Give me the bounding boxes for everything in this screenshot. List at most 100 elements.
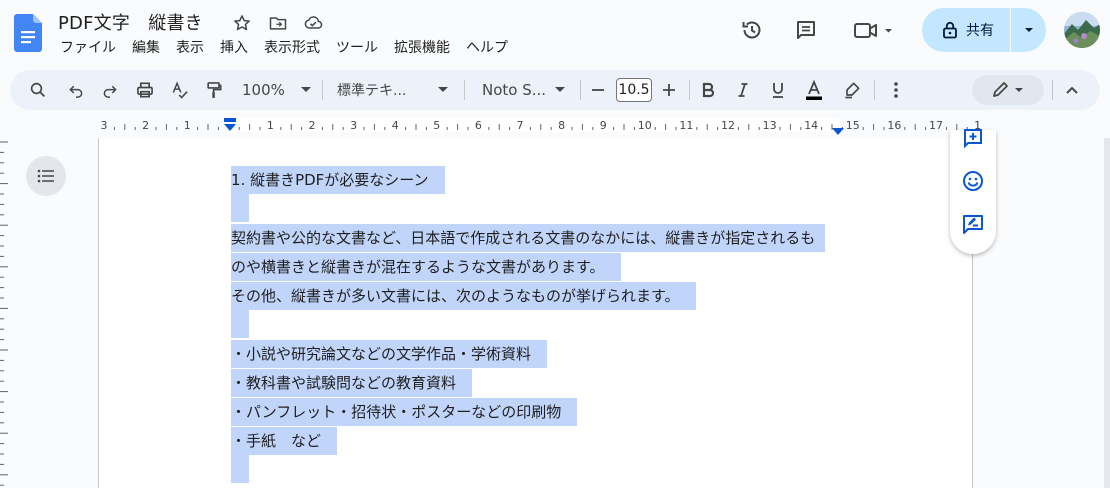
text-line[interactable]: 1. 縦書きPDFが必要なシーン [231, 166, 445, 194]
zoom-select[interactable]: 100% [236, 75, 314, 105]
hide-menus-button[interactable] [1060, 75, 1084, 105]
vertical-ruler[interactable] [0, 138, 12, 488]
text-line[interactable]: ・小説や研究論文などの文学作品・学術資料 [231, 340, 548, 368]
cloud-saved-icon[interactable] [301, 11, 325, 35]
text-line[interactable]: のや横書きと縦書きが混在するような文書があります。 [231, 253, 621, 281]
menu-edit[interactable]: 編集 [124, 38, 168, 58]
docs-logo-icon[interactable] [14, 14, 42, 52]
comments-button[interactable] [786, 12, 826, 48]
text-line[interactable]: ・手紙 など [231, 427, 338, 455]
ruler-label: 14 [804, 119, 818, 132]
ruler-label: 10 [638, 119, 652, 132]
text-line[interactable]: ・パンフレット・招待状・ポスターなどの印刷物 [231, 398, 578, 426]
add-comment-button[interactable] [961, 126, 985, 150]
paint-format-button[interactable] [200, 75, 228, 105]
spellcheck-button[interactable] [166, 75, 194, 105]
highlight-button[interactable] [838, 75, 866, 105]
menu-tools[interactable]: ツール [328, 38, 386, 58]
heading-line: 1. 縦書きPDFが必要なシーン [231, 166, 445, 194]
star-icon[interactable] [230, 11, 254, 35]
document-outline-button[interactable] [26, 156, 66, 196]
ruler-label: 16 [887, 119, 901, 132]
search-menus-button[interactable] [24, 75, 52, 105]
bold-icon [700, 82, 716, 98]
font-size-input[interactable]: 10.5 [616, 78, 652, 102]
caret-down-icon [1023, 26, 1035, 34]
document-page[interactable]: 1. 縦書きPDFが必要なシーン 契約書や公的な文書など、日本語で作成される文書… [98, 138, 973, 488]
zoom-value: 100% [242, 81, 285, 99]
font-value: Noto S... [482, 81, 547, 99]
floating-actions-panel [950, 129, 996, 254]
bold-button[interactable] [696, 75, 720, 105]
text-line[interactable]: その他、縦書きが多い文書には、次のようなものが挙げられます。 [231, 282, 696, 310]
ruler-label: 17 [929, 119, 943, 132]
move-folder-icon[interactable] [266, 11, 290, 35]
list-item: ・小説や研究論文などの文学作品・学術資料 [231, 340, 548, 368]
ruler-label: 15 [846, 119, 860, 132]
menu-file[interactable]: ファイル [52, 38, 124, 58]
horizontal-ruler[interactable]: 3 2 1 1 2 3 4 5 6 7 8 9 10 11 12 13 14 15 16 17 1 [0, 114, 1110, 138]
highlight-icon [842, 80, 862, 100]
font-select[interactable]: Noto S... [472, 75, 574, 105]
menu-bar: ファイル 編集 表示 挿入 表示形式 ツール 拡張機能 ヘルプ [52, 38, 516, 58]
undo-button[interactable] [62, 75, 90, 105]
text-color-button[interactable] [800, 75, 828, 105]
history-button[interactable] [732, 12, 772, 48]
share-button[interactable]: 共有 [922, 8, 1046, 52]
editing-mode-button[interactable] [972, 75, 1044, 105]
add-emoji-button[interactable] [961, 169, 985, 193]
decrease-font-size-button[interactable] [586, 75, 610, 105]
ruler-label: 4 [392, 119, 399, 132]
text-color-icon [803, 79, 825, 101]
account-avatar[interactable] [1064, 12, 1100, 48]
ruler-label: 2 [309, 119, 316, 132]
meet-button[interactable] [846, 12, 902, 48]
menu-insert[interactable]: 挿入 [212, 38, 256, 58]
ruler-label: 3 [350, 119, 357, 132]
document-canvas: 1. 縦書きPDFが必要なシーン 契約書や公的な文書など、日本語で作成される文書… [0, 129, 1110, 488]
text-line[interactable]: 契約書や公的な文書など、日本語で作成される文書のなかには、縦書きが指定されるも [231, 224, 826, 252]
list-item: ・パンフレット・招待状・ポスターなどの印刷物 [231, 398, 578, 426]
paint-format-icon [204, 80, 224, 100]
ruler-label: 1 [267, 119, 274, 132]
print-button[interactable] [131, 75, 159, 105]
increase-font-size-button[interactable] [657, 75, 681, 105]
document-title[interactable]: PDF文字 縦書き [58, 9, 203, 35]
toolbar-divider [874, 80, 875, 100]
toolbar-divider [464, 80, 465, 100]
list-item: ・教科書や試験問などの教育資料 [231, 369, 473, 397]
share-main[interactable]: 共有 [922, 8, 1010, 52]
underline-icon [770, 81, 786, 99]
menu-format[interactable]: 表示形式 [256, 38, 328, 58]
suggest-edit-button[interactable] [961, 212, 985, 236]
redo-button[interactable] [96, 75, 124, 105]
caret-down-icon [438, 87, 448, 93]
menu-help[interactable]: ヘルプ [458, 38, 516, 58]
comment-icon [794, 18, 818, 42]
undo-icon [67, 81, 85, 99]
ruler-label: 5 [433, 119, 440, 132]
menu-extensions[interactable]: 拡張機能 [386, 38, 458, 58]
meet-icon [852, 18, 896, 42]
redo-icon [101, 81, 119, 99]
scrollbar[interactable] [1104, 138, 1110, 488]
style-value: 標準テキ... [337, 83, 407, 99]
print-icon [135, 80, 155, 100]
outline-icon [37, 169, 55, 183]
italic-icon [735, 82, 751, 98]
menu-view[interactable]: 表示 [168, 38, 212, 58]
add-comment-icon [961, 126, 985, 150]
more-options-button[interactable] [884, 75, 908, 105]
ruler-label: 11 [679, 119, 693, 132]
paragraph-line: その他、縦書きが多い文書には、次のようなものが挙げられます。 [231, 282, 696, 310]
history-icon [740, 18, 764, 42]
lock-icon [942, 21, 958, 39]
share-options-button[interactable] [1011, 26, 1046, 34]
selected-empty-line [231, 310, 249, 338]
text-line[interactable]: ・教科書や試験問などの教育資料 [231, 369, 473, 397]
plus-icon [662, 83, 676, 97]
italic-button[interactable] [731, 75, 755, 105]
underline-button[interactable] [766, 75, 790, 105]
style-select[interactable]: 標準テキ... [330, 75, 458, 105]
ruler-label: 13 [763, 119, 777, 132]
